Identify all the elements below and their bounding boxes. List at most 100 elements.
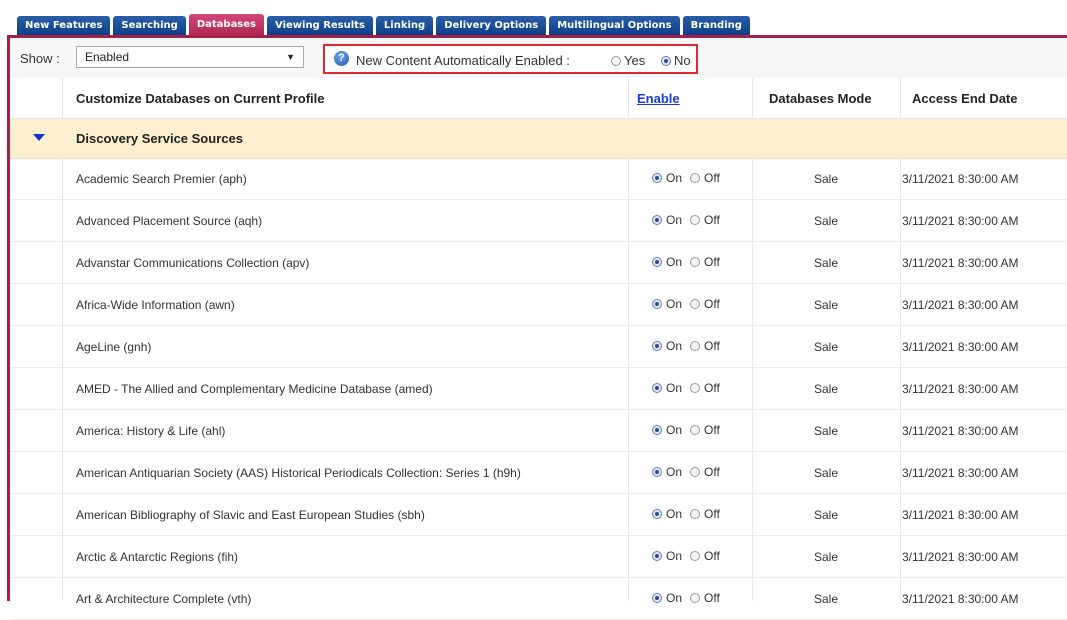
access-end-date: 3/11/2021 8:30:00 AM xyxy=(902,424,1019,438)
on-label: On xyxy=(666,255,683,269)
table-row: Arctic & Antarctic Regions (fih) On Off Sal… xyxy=(10,536,1067,578)
database-name: Arctic & Antarctic Regions (fih) xyxy=(76,550,239,564)
on-label: On xyxy=(666,297,683,311)
off-radio[interactable] xyxy=(690,425,701,435)
on-label: On xyxy=(666,507,683,521)
table-row: AgeLine (gnh) On Off Sale 3/11/2021 8:30:00 … xyxy=(10,326,1067,368)
help-icon[interactable]: ? xyxy=(334,51,349,66)
on-radio[interactable] xyxy=(652,383,662,393)
database-name: Africa-Wide Information (awn) xyxy=(76,298,235,312)
database-mode: Sale xyxy=(814,508,839,522)
tab-linking[interactable]: Linking xyxy=(375,16,434,36)
off-radio[interactable] xyxy=(690,341,701,351)
enable-toggle: On Off xyxy=(652,339,724,353)
tab-multilingual-options[interactable]: Multilingual Options xyxy=(549,16,680,36)
off-label: Off xyxy=(704,507,720,521)
header-access-end-date: Access End Date xyxy=(912,91,1018,106)
no-label: No xyxy=(674,53,691,68)
enable-toggle: On Off xyxy=(652,549,724,563)
yes-radio[interactable] xyxy=(611,55,621,66)
on-radio[interactable] xyxy=(652,509,662,519)
database-mode: Sale xyxy=(814,340,839,354)
on-label: On xyxy=(666,339,683,353)
on-label: On xyxy=(666,423,683,437)
off-radio[interactable] xyxy=(690,215,701,225)
on-radio[interactable] xyxy=(652,173,662,183)
off-radio[interactable] xyxy=(690,299,701,309)
auto-enable-yes[interactable]: Yes xyxy=(611,53,645,68)
tab-new-features[interactable]: New Features xyxy=(17,16,111,36)
database-name: Art & Architecture Complete (vth) xyxy=(76,592,252,606)
access-end-date: 3/11/2021 8:30:00 AM xyxy=(902,382,1019,396)
off-label: Off xyxy=(704,381,720,395)
collapse-triangle-icon[interactable] xyxy=(33,134,45,141)
enable-toggle: On Off xyxy=(652,381,724,395)
on-radio[interactable] xyxy=(652,593,662,603)
on-radio[interactable] xyxy=(652,425,662,435)
database-mode: Sale xyxy=(814,382,839,396)
enable-toggle: On Off xyxy=(652,171,724,185)
on-radio[interactable] xyxy=(652,215,662,225)
tab-databases[interactable]: Databases xyxy=(188,14,264,36)
off-radio[interactable] xyxy=(690,509,701,519)
on-label: On xyxy=(666,171,683,185)
on-radio[interactable] xyxy=(652,299,662,309)
table-row: Academic Search Premier (aph) On Off Sale 3/… xyxy=(10,158,1067,200)
access-end-date: 3/11/2021 8:30:00 AM xyxy=(902,214,1019,228)
off-label: Off xyxy=(704,591,720,605)
on-radio[interactable] xyxy=(652,551,662,561)
database-name: AMED - The Allied and Complementary Medi… xyxy=(76,382,433,396)
tab-searching[interactable]: Searching xyxy=(113,16,186,36)
group-row[interactable]: Discovery Service Sources xyxy=(10,119,1067,159)
on-radio[interactable] xyxy=(652,257,662,267)
table-header: Customize Databases on Current Profile E… xyxy=(10,78,1067,119)
off-label: Off xyxy=(704,339,720,353)
off-label: Off xyxy=(704,465,720,479)
access-end-date: 3/11/2021 8:30:00 AM xyxy=(902,172,1019,186)
access-end-date: 3/11/2021 8:30:00 AM xyxy=(902,256,1019,270)
database-name: AgeLine (gnh) xyxy=(76,340,152,354)
off-radio[interactable] xyxy=(690,551,701,561)
on-label: On xyxy=(666,213,683,227)
database-mode: Sale xyxy=(814,298,839,312)
auto-enable-no[interactable]: No xyxy=(661,53,691,68)
no-radio[interactable] xyxy=(661,55,671,66)
tab-list: New Features Searching Databases Viewing Re… xyxy=(17,14,750,36)
off-label: Off xyxy=(704,255,720,269)
table-row: AMED - The Allied and Complementary Medi… xyxy=(10,368,1067,410)
access-end-date: 3/11/2021 8:30:00 AM xyxy=(902,508,1019,522)
enable-toggle: On Off xyxy=(652,255,724,269)
database-list: Academic Search Premier (aph) On Off Sale 3/… xyxy=(10,158,1067,620)
table-row: American Antiquarian Society (AAS) Histo… xyxy=(10,452,1067,494)
on-label: On xyxy=(666,381,683,395)
tab-viewing-results[interactable]: Viewing Results xyxy=(267,16,373,36)
access-end-date: 3/11/2021 8:30:00 AM xyxy=(902,592,1019,606)
show-label: Show : xyxy=(20,51,60,66)
header-enable-link[interactable]: Enable xyxy=(637,91,680,106)
access-end-date: 3/11/2021 8:30:00 AM xyxy=(902,550,1019,564)
off-radio[interactable] xyxy=(690,173,701,183)
on-radio[interactable] xyxy=(652,467,662,477)
database-name: America: History & Life (ahl) xyxy=(76,424,226,438)
group-title: Discovery Service Sources xyxy=(76,131,243,146)
show-bar: Show : Enabled ▼ ? New Content Automatic… xyxy=(10,38,1067,79)
enable-toggle: On Off xyxy=(652,213,724,227)
off-radio[interactable] xyxy=(690,383,701,393)
enable-toggle: On Off xyxy=(652,297,724,311)
database-name: Academic Search Premier (aph) xyxy=(76,172,247,186)
show-select[interactable]: Enabled ▼ xyxy=(76,46,304,68)
yes-label: Yes xyxy=(624,53,646,68)
on-label: On xyxy=(666,549,683,563)
table-row: American Bibliography of Slavic and East… xyxy=(10,494,1067,536)
database-name: Advanced Placement Source (aqh) xyxy=(76,214,263,228)
access-end-date: 3/11/2021 8:30:00 AM xyxy=(902,340,1019,354)
enable-toggle: On Off xyxy=(652,507,724,521)
off-radio[interactable] xyxy=(690,467,701,477)
tab-branding[interactable]: Branding xyxy=(682,16,750,36)
table-row: Advanced Placement Source (aqh) On Off Sale… xyxy=(10,200,1067,242)
on-radio[interactable] xyxy=(652,341,662,351)
off-label: Off xyxy=(704,297,720,311)
off-radio[interactable] xyxy=(690,593,701,603)
tab-delivery-options[interactable]: Delivery Options xyxy=(436,16,547,36)
off-radio[interactable] xyxy=(690,257,701,267)
